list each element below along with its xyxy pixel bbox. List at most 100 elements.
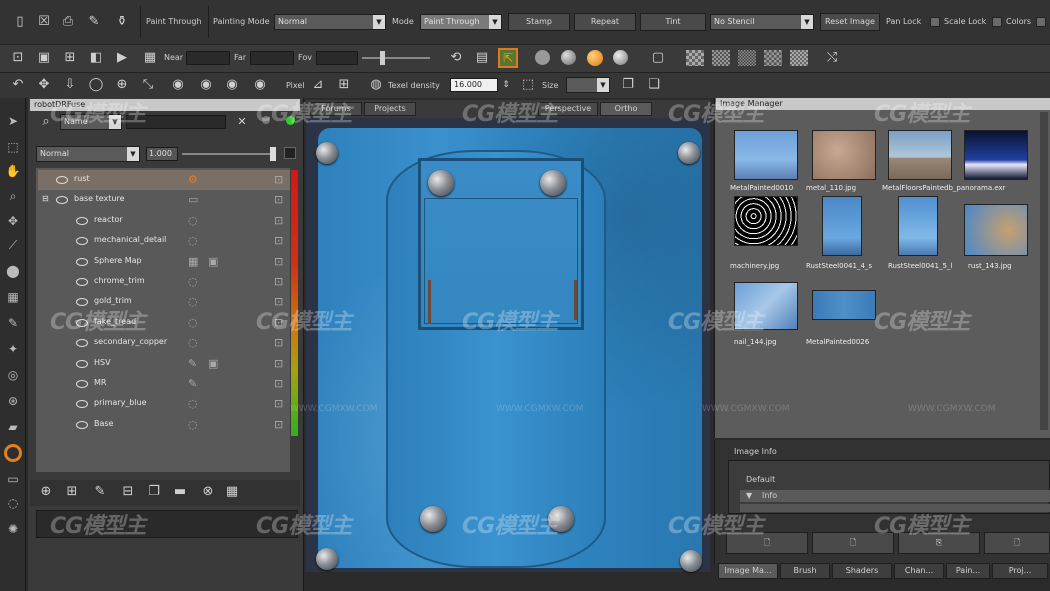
eye-icon[interactable]: ◉ bbox=[196, 75, 216, 95]
near-input[interactable] bbox=[186, 51, 230, 65]
move-tool-icon[interactable]: ✥ bbox=[4, 212, 22, 230]
layer-list-icon[interactable]: ▬ bbox=[170, 482, 190, 502]
visibility-eye-icon[interactable] bbox=[76, 257, 88, 266]
layer-row[interactable]: Base ◌ ⊡ bbox=[38, 415, 290, 435]
channel-icon[interactable]: ✎ bbox=[188, 377, 197, 390]
tint-button[interactable]: Tint bbox=[640, 13, 706, 31]
checker-icon-2[interactable] bbox=[712, 50, 730, 66]
checker-icon[interactable] bbox=[686, 50, 704, 66]
fit-view-icon[interactable]: ▤ bbox=[472, 48, 492, 68]
image-thumb[interactable] bbox=[812, 130, 876, 180]
image-manager-scrollbar[interactable] bbox=[1040, 112, 1048, 430]
shade-lit-icon[interactable] bbox=[587, 50, 603, 66]
channel-icon[interactable]: ◌ bbox=[188, 275, 198, 288]
image-thumb[interactable] bbox=[898, 196, 938, 256]
checker-icon-5[interactable] bbox=[790, 50, 808, 66]
adjust-layer-icon[interactable]: ⊟ bbox=[118, 482, 138, 502]
brush-icon[interactable]: ✎ bbox=[4, 314, 22, 332]
file-icon[interactable]: ▯ bbox=[10, 12, 30, 32]
checker-icon-3[interactable] bbox=[738, 50, 756, 66]
grid-icon[interactable]: ⊞ bbox=[60, 48, 80, 68]
stepper-icon[interactable]: ⇕ bbox=[496, 75, 516, 95]
opacity-toggle[interactable] bbox=[284, 147, 296, 159]
paint-active-icon[interactable] bbox=[4, 444, 22, 462]
pixel-grid-icon[interactable]: ⊞ bbox=[334, 75, 354, 95]
lock-icon[interactable]: ⊡ bbox=[274, 357, 283, 370]
pixel-snap-icon[interactable]: ⊿ bbox=[308, 75, 328, 95]
layer-row[interactable]: primary_blue ◌ ⊡ bbox=[38, 394, 290, 414]
uv-icon[interactable]: ⬚ bbox=[518, 75, 538, 95]
rotate-view-icon[interactable]: ⟲ bbox=[446, 48, 466, 68]
scale-icon[interactable]: ⤡ bbox=[138, 75, 158, 95]
image-info-section[interactable] bbox=[740, 490, 1050, 502]
layer-row[interactable]: HSV ✎ ▣ ⊡ bbox=[38, 354, 290, 374]
lock-icon[interactable]: ⊡ bbox=[274, 418, 283, 431]
tab-image-manager[interactable]: Image Ma... bbox=[718, 563, 778, 579]
lock-icon[interactable]: ⊡ bbox=[274, 193, 283, 206]
mesh-icon[interactable]: ▦ bbox=[140, 48, 160, 68]
channel-icon[interactable]: ◌ bbox=[188, 336, 198, 349]
delete-image-button[interactable]: 🗋 bbox=[984, 532, 1050, 554]
lock-icon[interactable]: ⊡ bbox=[274, 397, 283, 410]
layer-grid-icon[interactable]: ▦ bbox=[222, 482, 242, 502]
layer-row[interactable]: ⊟ base texture ▭ ⊡ bbox=[38, 190, 290, 210]
eye-icon[interactable]: ◉ bbox=[168, 75, 188, 95]
visibility-eye-icon[interactable] bbox=[76, 400, 88, 409]
move-icon[interactable]: ✥ bbox=[34, 75, 54, 95]
add-channel-icon[interactable]: ⊞ bbox=[62, 482, 82, 502]
copy-icon[interactable]: ❏ bbox=[644, 75, 664, 95]
channel-icon[interactable]: ◌ bbox=[188, 316, 198, 329]
visibility-eye-icon[interactable] bbox=[56, 176, 68, 184]
stencil-select[interactable]: No Stencil ▼ bbox=[710, 14, 814, 30]
channel-icon[interactable]: ▭ bbox=[188, 193, 198, 206]
frame-icon[interactable]: ▢ bbox=[648, 48, 668, 68]
close-file-icon[interactable]: ☒ bbox=[34, 12, 54, 32]
paint-layer-icon[interactable]: ⚙ bbox=[188, 173, 198, 186]
channel-icon[interactable]: ▦ bbox=[188, 255, 198, 268]
select-icon[interactable]: ⬚ bbox=[4, 138, 22, 156]
channel-icon[interactable]: ◌ bbox=[188, 234, 198, 247]
visibility-eye-icon[interactable] bbox=[56, 196, 68, 205]
fov-slider[interactable] bbox=[362, 57, 430, 59]
camera-icon[interactable]: ⊡ bbox=[8, 48, 28, 68]
stamp-button[interactable]: Stamp bbox=[508, 13, 570, 31]
pan-lock-checkbox[interactable] bbox=[930, 17, 940, 27]
expand-icon[interactable]: ⊟ bbox=[42, 194, 49, 203]
image-thumb[interactable] bbox=[964, 204, 1028, 256]
eye-icon[interactable]: ◉ bbox=[222, 75, 242, 95]
texel-density-input[interactable]: 16.000 bbox=[450, 78, 498, 92]
mask-icon[interactable]: ▣ bbox=[208, 357, 218, 370]
paint-bucket-icon[interactable]: ⚱ bbox=[112, 12, 132, 32]
lock-icon[interactable]: ⊡ bbox=[274, 275, 283, 288]
layer-row[interactable]: MR ✎ ⊡ bbox=[38, 374, 290, 394]
tab-projects[interactable]: Projects bbox=[364, 102, 416, 116]
pin-icon[interactable]: ✦ bbox=[4, 340, 22, 358]
fov-input[interactable] bbox=[316, 51, 358, 65]
visibility-eye-icon[interactable] bbox=[76, 278, 88, 286]
paint-brush-icon[interactable]: ✎ bbox=[84, 12, 104, 32]
far-input[interactable] bbox=[250, 51, 294, 65]
visibility-eye-icon[interactable] bbox=[76, 339, 88, 348]
repeat-button[interactable]: Repeat bbox=[574, 13, 636, 31]
visibility-eye-icon[interactable] bbox=[76, 359, 88, 368]
painting-mode-select[interactable]: Normal ▼ bbox=[274, 14, 386, 30]
channel-icon[interactable]: ◌ bbox=[188, 295, 198, 308]
group-layer-icon[interactable]: ❐ bbox=[144, 482, 164, 502]
layer-row[interactable]: Sphere Map ▦ ▣ ⊡ bbox=[38, 252, 290, 272]
lock-icon[interactable]: ⊡ bbox=[274, 377, 283, 390]
lock-icon[interactable]: ⊡ bbox=[274, 214, 283, 227]
pointer-icon[interactable]: ➤ bbox=[4, 112, 22, 130]
layer-row[interactable]: secondary_copper ◌ ⊡ bbox=[38, 333, 290, 353]
drop-icon[interactable]: ⬤ bbox=[4, 262, 22, 280]
opacity-slider[interactable] bbox=[182, 153, 274, 155]
layers-icon[interactable]: ❐ bbox=[618, 75, 638, 95]
shade-full-icon[interactable] bbox=[613, 50, 628, 65]
undo-icon[interactable]: ↶ bbox=[8, 75, 28, 95]
channel-icon[interactable]: ◌ bbox=[188, 397, 198, 410]
visibility-eye-icon[interactable] bbox=[76, 237, 88, 246]
tab-painting[interactable]: Pain... bbox=[946, 563, 990, 579]
mask-icon[interactable]: ▣ bbox=[208, 255, 218, 268]
export-icon[interactable]: ⎙ bbox=[58, 12, 78, 32]
image-thumb[interactable] bbox=[734, 196, 798, 246]
fill-icon[interactable]: ▭ bbox=[4, 470, 22, 488]
